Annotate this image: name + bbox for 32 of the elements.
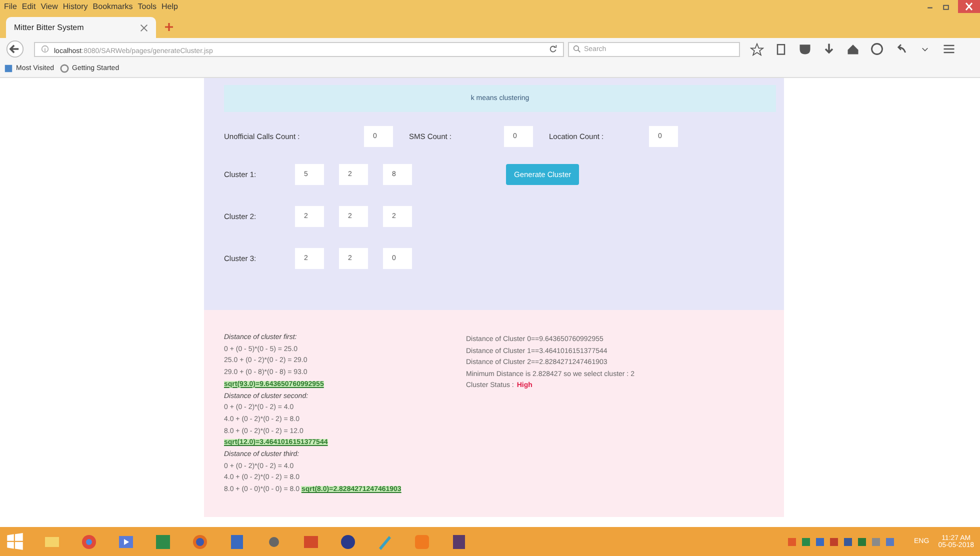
tray-icon[interactable] bbox=[787, 536, 798, 546]
close-icon[interactable] bbox=[140, 24, 148, 32]
document-icon[interactable] bbox=[228, 532, 246, 550]
tray-icon[interactable] bbox=[829, 536, 840, 546]
tray-icon[interactable] bbox=[885, 536, 896, 546]
back-icon[interactable] bbox=[6, 40, 24, 58]
info-icon[interactable] bbox=[41, 45, 49, 53]
menu-icon[interactable] bbox=[942, 42, 956, 56]
menu-item[interactable]: Help bbox=[161, 2, 178, 11]
menu-item[interactable]: Tools bbox=[138, 2, 156, 11]
reload-icon[interactable] bbox=[549, 45, 557, 53]
windows-start-icon[interactable] bbox=[6, 532, 24, 550]
download-icon[interactable] bbox=[822, 42, 836, 56]
tray-icon[interactable] bbox=[843, 536, 854, 546]
menu-item[interactable]: Edit bbox=[22, 2, 36, 11]
home-icon[interactable] bbox=[846, 42, 860, 56]
tray-icon[interactable] bbox=[801, 536, 812, 546]
new-tab-icon[interactable] bbox=[164, 22, 174, 32]
restore-icon[interactable] bbox=[942, 2, 950, 10]
browser-tab[interactable]: Mitter Bitter System bbox=[6, 17, 156, 38]
tray-icon[interactable] bbox=[857, 536, 868, 546]
shield-icon[interactable] bbox=[798, 42, 812, 56]
menu-item[interactable]: Bookmarks bbox=[92, 2, 133, 11]
menu-item[interactable]: History bbox=[62, 2, 88, 11]
star-icon[interactable] bbox=[750, 42, 764, 56]
search-icon bbox=[573, 45, 581, 53]
menu-item[interactable]: File bbox=[4, 2, 17, 11]
sphere-icon[interactable] bbox=[339, 532, 357, 550]
menu-item[interactable]: View bbox=[40, 2, 58, 11]
close-icon[interactable] bbox=[958, 0, 980, 13]
spreadsheet-icon[interactable] bbox=[154, 532, 172, 550]
tray-icon[interactable] bbox=[815, 536, 826, 546]
